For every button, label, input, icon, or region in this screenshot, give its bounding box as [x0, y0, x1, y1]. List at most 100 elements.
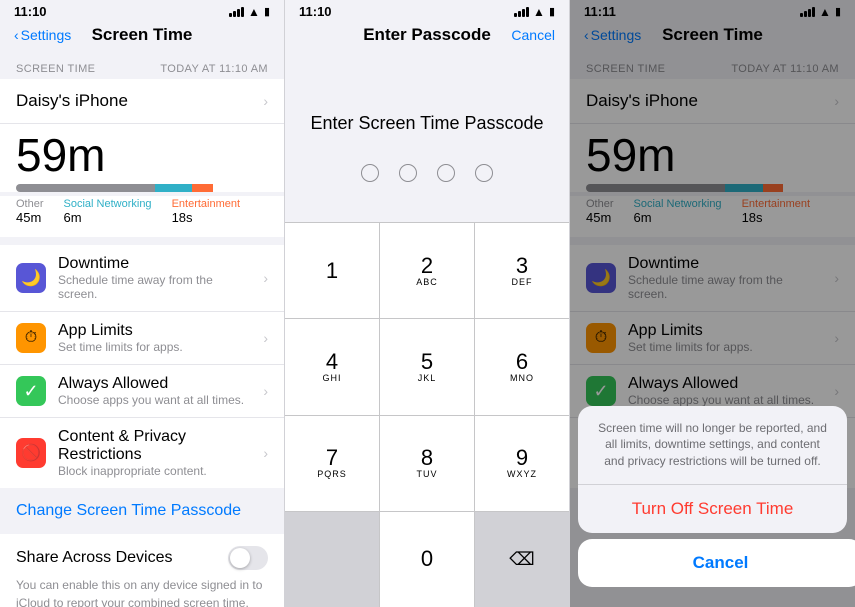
numpad-key-0[interactable]: 0 — [380, 512, 474, 607]
signal-icon — [229, 7, 244, 17]
wifi-icon-2: ▲ — [533, 5, 545, 19]
wifi-icon: ▲ — [248, 5, 260, 19]
numpad-key-empty — [285, 512, 379, 607]
cat-other-val: 45m — [16, 210, 44, 225]
status-bar-2: 11:10 ▲ ▮ — [285, 0, 569, 21]
passcode-dot-1 — [361, 164, 379, 182]
time-labels-1: Other 45m Social Networking 6m Entertain… — [0, 196, 284, 237]
numpad-key-3[interactable]: 3 DEF — [475, 223, 569, 318]
list-section-1: 🌙 Downtime Schedule time away from the s… — [0, 245, 284, 488]
passcode-title: Enter Passcode — [363, 25, 491, 45]
section-header-1: SCREEN TIME Today at 11:10 AM — [0, 53, 284, 79]
chevron-icon-device: › — [263, 93, 268, 109]
applimits-icon: ⏱ — [16, 323, 46, 353]
modal-cancel-button[interactable]: Cancel — [578, 539, 855, 587]
chevron-icon-downtime: › — [263, 270, 268, 286]
passcode-dot-3 — [437, 164, 455, 182]
cat-social-label: Social Networking — [64, 198, 152, 210]
passcode-dot-2 — [399, 164, 417, 182]
applimits-subtitle: Set time limits for apps. — [58, 340, 251, 354]
time-display-1: 59m — [0, 124, 284, 178]
bar-social — [155, 184, 193, 192]
downtime-icon: 🌙 — [16, 263, 46, 293]
numpad-key-7[interactable]: 7 PQRS — [285, 416, 379, 511]
cat-social-val: 6m — [64, 210, 152, 225]
change-passcode-row-1[interactable]: Change Screen Time Passcode — [0, 488, 284, 534]
status-icons-1: ▲ ▮ — [229, 5, 270, 19]
panel-2: 11:10 ▲ ▮ Enter Passcode Cancel Enter Sc… — [285, 0, 570, 607]
battery-icon-2: ▮ — [549, 5, 555, 18]
progress-bar-1 — [16, 184, 268, 192]
passcode-prompt: Enter Screen Time Passcode — [285, 53, 569, 164]
toggle-row: Share Across Devices — [16, 546, 268, 570]
passcode-dots — [285, 164, 569, 182]
back-button-1[interactable]: ‹ Settings — [14, 27, 71, 43]
bar-other — [16, 184, 155, 192]
modal-message: Screen time will no longer be reported, … — [578, 406, 847, 485]
chevron-icon-allowed: › — [263, 383, 268, 399]
section-label-1: SCREEN TIME — [16, 63, 95, 75]
applimits-title: App Limits — [58, 322, 251, 340]
status-time-1: 11:10 — [14, 4, 47, 19]
passcode-nav: Enter Passcode Cancel — [285, 21, 569, 53]
numpad-key-5[interactable]: 5 JKL — [380, 319, 474, 414]
passcode-dot-4 — [475, 164, 493, 182]
allowed-subtitle: Choose apps you want at all times. — [58, 393, 251, 407]
downtime-subtitle: Schedule time away from the screen. — [58, 273, 251, 301]
numpad-key-4[interactable]: 4 GHI — [285, 319, 379, 414]
content-text: Content & Privacy Restrictions Block ina… — [58, 428, 251, 478]
delete-icon: ⌫ — [509, 549, 534, 570]
numpad: 1 2 ABC 3 DEF 4 GHI 5 JKL 6 MNO 7 PQRS 8 — [285, 222, 569, 607]
allowed-title: Always Allowed — [58, 375, 251, 393]
status-time-2: 11:10 — [299, 4, 332, 19]
chevron-icon-content: › — [263, 445, 268, 461]
section-timestamp-1: Today at 11:10 AM — [160, 63, 268, 75]
applimits-text: App Limits Set time limits for apps. — [58, 322, 251, 354]
big-time-1: 59m — [16, 129, 105, 181]
battery-icon: ▮ — [264, 5, 270, 18]
numpad-key-6[interactable]: 6 MNO — [475, 319, 569, 414]
cat-other-label: Other — [16, 198, 44, 210]
allowed-text: Always Allowed Choose apps you want at a… — [58, 375, 251, 407]
share-desc: You can enable this on any device signed… — [16, 578, 262, 607]
numpad-key-8[interactable]: 8 TUV — [380, 416, 474, 511]
list-item-content[interactable]: 🚫 Content & Privacy Restrictions Block i… — [0, 418, 284, 488]
content-icon: 🚫 — [16, 438, 46, 468]
bar-entertainment — [192, 184, 212, 192]
numpad-key-delete[interactable]: ⌫ — [475, 512, 569, 607]
modal-overlay: Screen time will no longer be reported, … — [570, 0, 855, 607]
time-label-entertainment: Entertainment 18s — [172, 198, 240, 225]
change-passcode-link-1[interactable]: Change Screen Time Passcode — [16, 502, 241, 519]
content-title: Content & Privacy Restrictions — [58, 428, 251, 464]
list-item-downtime[interactable]: 🌙 Downtime Schedule time away from the s… — [0, 245, 284, 312]
share-title: Share Across Devices — [16, 549, 173, 567]
time-label-other: Other 45m — [16, 198, 44, 225]
numpad-key-9[interactable]: 9 WXYZ — [475, 416, 569, 511]
nav-bar-1: ‹ Settings Screen Time — [0, 21, 284, 53]
share-section: Share Across Devices You can enable this… — [0, 534, 284, 607]
content-subtitle: Block inappropriate content. — [58, 464, 251, 478]
turn-off-screen-time-button[interactable]: Turn Off Screen Time — [578, 485, 847, 533]
numpad-key-1[interactable]: 1 — [285, 223, 379, 318]
time-label-social: Social Networking 6m — [64, 198, 152, 225]
status-icons-2: ▲ ▮ — [514, 5, 555, 19]
device-name-1: Daisy's iPhone — [16, 91, 128, 111]
chevron-icon-applimits: › — [263, 330, 268, 346]
allowed-icon: ✓ — [16, 376, 46, 406]
share-toggle[interactable] — [228, 546, 268, 570]
passcode-cancel-button[interactable]: Cancel — [511, 27, 555, 43]
panel-1: 11:10 ▲ ▮ ‹ Settings Screen Time SCREEN … — [0, 0, 285, 607]
numpad-key-2[interactable]: 2 ABC — [380, 223, 474, 318]
list-item-allowed[interactable]: ✓ Always Allowed Choose apps you want at… — [0, 365, 284, 418]
cat-ent-label: Entertainment — [172, 198, 240, 210]
cat-ent-val: 18s — [172, 210, 240, 225]
device-row-1[interactable]: Daisy's iPhone › — [0, 79, 284, 124]
back-chevron-icon: ‹ — [14, 27, 19, 43]
panel-3: 11:11 ▲ ▮ ‹ Settings Screen Time SCREEN … — [570, 0, 855, 607]
page-title-1: Screen Time — [92, 25, 193, 45]
modal-card: Screen time will no longer be reported, … — [578, 406, 847, 533]
signal-icon-2 — [514, 7, 529, 17]
list-item-applimits[interactable]: ⏱ App Limits Set time limits for apps. › — [0, 312, 284, 365]
status-bar-1: 11:10 ▲ ▮ — [0, 0, 284, 21]
downtime-text: Downtime Schedule time away from the scr… — [58, 255, 251, 301]
